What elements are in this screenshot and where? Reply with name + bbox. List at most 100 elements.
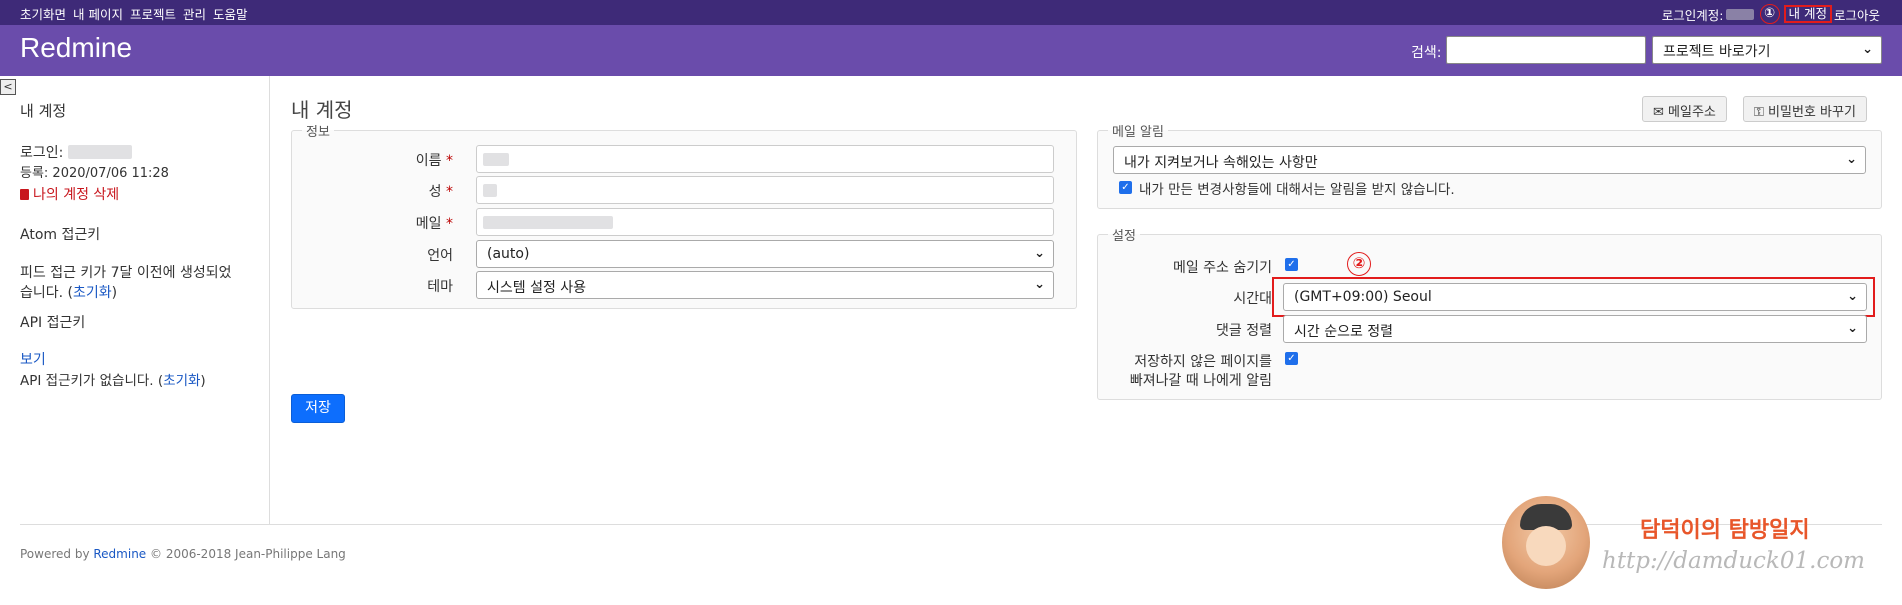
powered-by-text: Powered by — [20, 547, 94, 561]
reset-api-key-link[interactable]: 초기화 — [163, 373, 200, 389]
redacted-first-name — [483, 153, 509, 166]
chevron-down-icon: ⌄ — [1034, 246, 1045, 261]
annotation-marker-2: ② — [1347, 252, 1371, 276]
feed-note-text: 습니다. ( — [20, 285, 74, 301]
redacted-last-name — [483, 184, 497, 197]
registered-date: 등록: 2020/07/06 11:28 — [20, 166, 169, 181]
language-label: 언어 — [427, 248, 453, 264]
last-name-text: 성 — [428, 184, 442, 200]
email-addresses-button[interactable]: ✉ 메일주소 — [1642, 96, 1727, 122]
footer-text: Powered by Redmine © 2006-2018 Jean-Phil… — [20, 547, 346, 561]
chevron-down-icon: ⌄ — [1034, 277, 1045, 292]
key-icon: ⚿ — [1754, 105, 1764, 120]
top-menu-links: 초기화면 내 페이지 프로젝트 관리 도움말 — [20, 4, 248, 23]
search-input[interactable] — [1446, 36, 1646, 64]
email-text: 메일 — [415, 216, 442, 232]
mail-notification-select[interactable]: 내가 지켜보거나 속해있는 사항만 ⌄ — [1113, 146, 1866, 174]
feed-note-close: ) — [111, 285, 118, 301]
language-value: (auto) — [487, 246, 530, 262]
redacted-email — [483, 216, 613, 229]
main-content: 내 계정 ✉ 메일주소 ⚿ 비밀번호 바꾸기 정보 이름 * 성 * 메일 * … — [271, 76, 1902, 524]
chevron-down-icon: ⌄ — [1847, 321, 1858, 336]
app-title[interactable]: Redmine — [20, 32, 132, 64]
no-self-notified-checkbox[interactable]: ✓ — [1119, 181, 1132, 194]
email-button-label: 메일주소 — [1668, 105, 1716, 120]
warn-unsaved-label-2: 빠져나갈 때 나에게 알림 — [1129, 373, 1272, 389]
password-button-label: 비밀번호 바꾸기 — [1768, 105, 1856, 120]
sidebar-title: 내 계정 — [20, 102, 67, 120]
comments-sorting-select[interactable]: 시간 순으로 정렬 ⌄ — [1283, 315, 1867, 343]
delete-account-link[interactable]: 나의 계정 삭제 — [20, 184, 119, 204]
redacted-login — [67, 145, 132, 159]
top-menu-admin[interactable]: 관리 — [183, 4, 206, 23]
chevron-down-icon: ⌄ — [1862, 42, 1873, 57]
email-label: 메일 * — [361, 213, 453, 233]
page-title: 내 계정 — [291, 98, 353, 122]
language-select[interactable]: (auto) ⌄ — [476, 240, 1054, 268]
envelope-icon: ✉ — [1653, 105, 1664, 120]
warn-unsaved-label-1: 저장하지 않은 페이지를 — [1134, 354, 1272, 370]
feed-note-line1: 피드 접근 키가 7달 이전에 생성되었 — [20, 265, 232, 281]
required-mark: * — [446, 216, 453, 232]
comments-sorting-label: 댓글 정렬 — [1216, 323, 1272, 339]
account-links: 로그인계정: ① 내 계정 로그아웃 — [1662, 4, 1880, 24]
first-name-text: 이름 — [415, 153, 442, 169]
my-account-link[interactable]: 내 계정 — [1783, 5, 1832, 23]
required-mark: * — [446, 153, 453, 169]
footer: Powered by Redmine © 2006-2018 Jean-Phil… — [20, 524, 1882, 561]
top-menu: 초기화면 내 페이지 프로젝트 관리 도움말 로그인계정: ① 내 계정 로그아… — [0, 0, 1902, 25]
preferences-legend: 설정 — [1112, 229, 1136, 244]
chevron-down-icon: ⌄ — [1847, 289, 1858, 304]
logout-link[interactable]: 로그아웃 — [1834, 5, 1880, 24]
first-name-field[interactable] — [476, 145, 1054, 173]
api-note: API 접근키가 없습니다. (초기화) — [20, 369, 206, 389]
timezone-label: 시간대 — [1233, 291, 1272, 307]
avatar-face — [1526, 526, 1566, 566]
mail-notification-legend: 메일 알림 — [1112, 125, 1164, 140]
trash-icon — [20, 189, 29, 200]
top-menu-help[interactable]: 도움말 — [213, 4, 248, 23]
top-menu-projects[interactable]: 프로젝트 — [130, 4, 176, 23]
top-menu-my-page[interactable]: 내 페이지 — [73, 4, 123, 23]
info-legend: 정보 — [306, 125, 330, 140]
search-label: 검색: — [1411, 45, 1442, 61]
top-menu-home[interactable]: 초기화면 — [20, 4, 66, 23]
project-jump-select[interactable]: 프로젝트 바로가기 ⌄ — [1652, 36, 1882, 64]
hide-mail-label: 메일 주소 숨기기 — [1172, 260, 1272, 276]
timezone-value: (GMT+09:00) Seoul — [1294, 289, 1432, 305]
reset-atom-key-link[interactable]: 초기화 — [73, 285, 112, 301]
first-name-label: 이름 * — [361, 150, 453, 170]
last-name-label: 성 * — [361, 181, 453, 201]
change-password-button[interactable]: ⚿ 비밀번호 바꾸기 — [1743, 96, 1867, 122]
atom-key-heading: Atom 접근키 — [20, 227, 101, 243]
redacted-username — [1725, 8, 1754, 20]
collapse-sidebar-icon[interactable]: < — [0, 79, 16, 95]
watermark-name: 담덕이의 탐방일지 — [1640, 517, 1810, 543]
watermark-avatar — [1502, 496, 1590, 589]
timezone-select[interactable]: (GMT+09:00) Seoul ⌄ — [1283, 283, 1867, 311]
theme-select[interactable]: 시스템 설정 사용 ⌄ — [476, 271, 1054, 299]
chevron-down-icon: ⌄ — [1846, 152, 1857, 167]
mail-notification-value: 내가 지켜보거나 속해있는 사항만 — [1124, 155, 1318, 171]
api-note-close: ) — [200, 373, 206, 389]
no-self-notified-label: 내가 만든 변경사항들에 대해서는 알림을 받지 않습니다. — [1139, 182, 1455, 198]
annotation-marker-1: ① — [1759, 4, 1780, 24]
email-field[interactable] — [476, 208, 1054, 236]
sidebar-login: 로그인: — [20, 142, 132, 162]
header: Redmine 검색: 프로젝트 바로가기 ⌄ — [0, 25, 1902, 76]
redmine-link[interactable]: Redmine — [93, 547, 146, 561]
theme-label: 테마 — [427, 279, 453, 295]
save-button[interactable]: 저장 — [291, 394, 345, 423]
copyright-text: © 2006-2018 Jean-Philippe Lang — [146, 547, 346, 561]
show-link[interactable]: 보기 — [20, 352, 46, 368]
required-mark: * — [446, 184, 453, 200]
comments-sorting-value: 시간 순으로 정렬 — [1294, 324, 1394, 340]
api-note-text: API 접근키가 없습니다. ( — [20, 373, 164, 389]
logged-in-label: 로그인계정: — [1661, 7, 1724, 23]
theme-value: 시스템 설정 사용 — [487, 280, 587, 296]
hide-mail-checkbox[interactable]: ✓ — [1285, 258, 1298, 271]
warn-unsaved-checkbox[interactable]: ✓ — [1285, 352, 1298, 365]
sidebar: < 내 계정 로그인: 등록: 2020/07/06 11:28 나의 계정 삭… — [0, 76, 270, 524]
show-api-key-link[interactable]: 보기 — [20, 349, 46, 369]
last-name-field[interactable] — [476, 176, 1054, 204]
